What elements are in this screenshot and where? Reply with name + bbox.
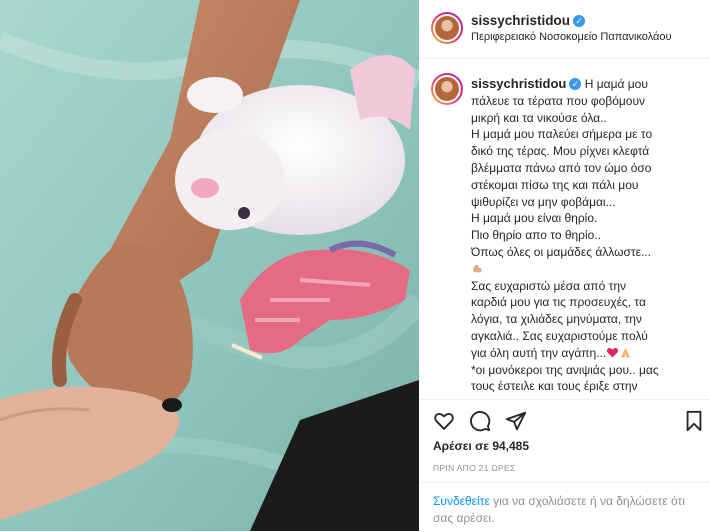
caption-line: για όλη αυτή την αγάπη...	[471, 345, 607, 360]
bookmark-icon[interactable]	[683, 410, 705, 432]
verified-badge-icon: ✓	[569, 78, 582, 90]
caption-section: sissychristidou ✓ Η μαμά μου πάλευε τα τέ…	[419, 59, 710, 398]
verified-badge-icon: ✓	[573, 15, 586, 27]
caption-line: δικό της τέρας. Μου ρίχνει κλεφτά	[471, 144, 650, 159]
post-timestamp[interactable]: ΠΡΙΝ ΑΠΟ 21 ΩΡΕΣ	[433, 463, 516, 473]
caption-line: λόγια, τα χιλιάδες μηνύματα, την	[471, 312, 642, 327]
flexed-biceps-emoji	[471, 261, 701, 278]
login-link[interactable]: Συνδεθείτε	[433, 494, 490, 508]
red-heart-emoji	[607, 347, 619, 358]
likes-count[interactable]: Αρέσει σε 94,485	[433, 439, 529, 453]
comment-icon[interactable]	[469, 410, 491, 432]
post-photo[interactable]	[0, 0, 419, 531]
caption-line: μικρή και τα νικούσε όλα..	[471, 110, 607, 125]
caption-text: sissychristidou ✓ Η μαμά μου πάλευε τα τέ…	[471, 76, 701, 395]
location-link[interactable]: Περιφερειακό Νοσοκομείο Παπανικολάου	[471, 31, 672, 43]
post-side-panel: sissychristidou ✓ Περιφερειακό Νοσοκομείο…	[419, 0, 710, 531]
caption-line: καρδιά μου για τις προσευχές, τα	[471, 295, 646, 310]
comment-login-prompt: Συνδεθείτε για να σχολιάσετε ή να δηλώσε…	[419, 482, 710, 532]
action-bar	[419, 399, 710, 442]
caption-line: στέκομαι πίσω της και πάλι μου	[471, 177, 639, 192]
caption-line: Όπως όλες οι μαμάδες άλλωστε...	[471, 244, 651, 259]
caption-line: τους έστειλε και τους έριξε στην	[471, 379, 638, 394]
caption-username-link[interactable]: sissychristidou	[471, 76, 566, 91]
caption-line: πάλευε τα τέρατα που φοβόμουν	[471, 93, 646, 108]
caption-line: αγκαλιά.. Σας ευχαριστούμε πολύ	[471, 328, 648, 343]
share-icon[interactable]	[505, 410, 527, 432]
folded-hands-emoji	[620, 347, 631, 358]
username-link[interactable]: sissychristidou	[471, 13, 570, 28]
avatar[interactable]	[431, 12, 463, 44]
caption-line: ψιθυρίζει να μην φοβάμαι...	[471, 194, 616, 209]
caption-line: Σας ευχαριστώ μέσα από την	[471, 278, 627, 293]
caption-line: *οι μονόκεροι της ανιψιάς μου.. μας	[471, 362, 659, 377]
heart-icon[interactable]	[433, 410, 455, 432]
caption-line: βλέμματα πάνω από τον ώμο όσο	[471, 160, 652, 175]
caption-line: Η μαμά μου είναι θηρίο.	[471, 211, 598, 226]
caption-line: Η μαμά μου	[584, 77, 648, 91]
caption-line: Πιο θηρίο απο το θηρίο..	[471, 228, 602, 243]
caption-avatar[interactable]	[431, 73, 463, 105]
post-header: sissychristidou ✓ Περιφερειακό Νοσοκομείο…	[419, 0, 710, 59]
header-username-row: sissychristidou ✓	[471, 12, 586, 30]
caption-line: Η μαμά μου παλεύει σήμερα με το	[471, 127, 653, 142]
